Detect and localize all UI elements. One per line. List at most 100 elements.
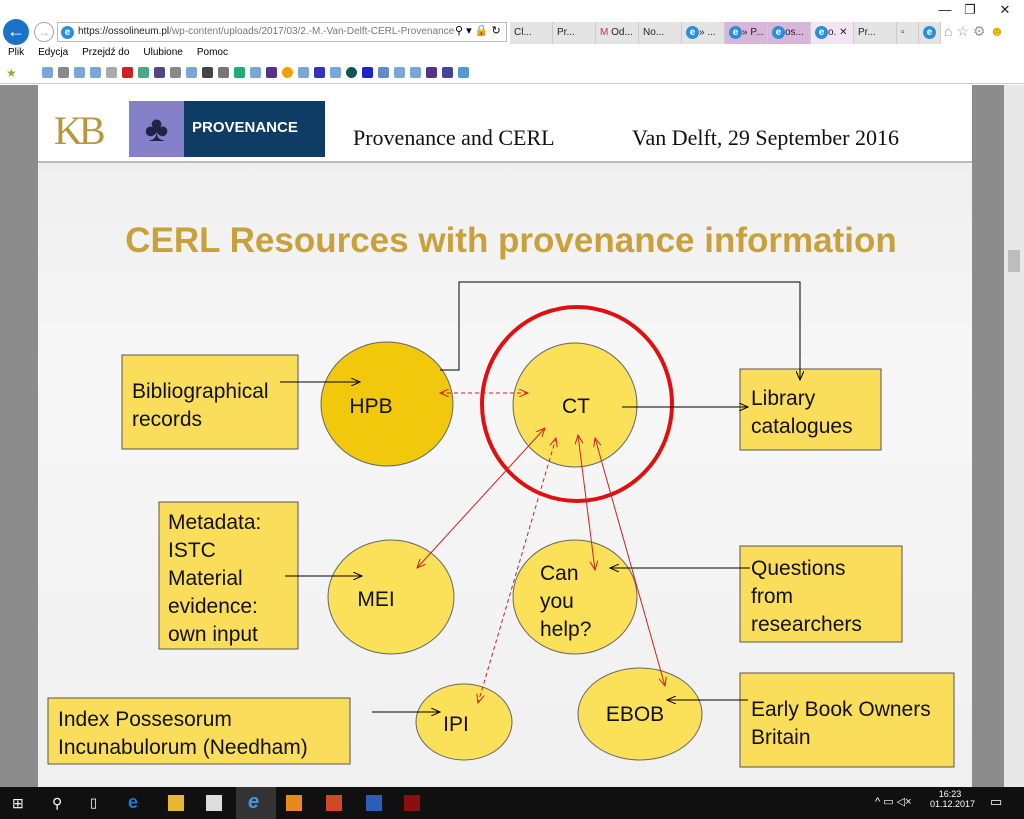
label-lib-1: Library [751,387,816,410]
label-bib-1: Bibliographical [132,380,269,403]
label-help-3: help? [540,618,591,641]
label-hpb: HPB [349,395,392,418]
ie-page-icon: e [61,26,74,39]
label-lib-2: catalogues [751,415,853,438]
label-help-1: Can [540,562,579,585]
tab-7[interactable]: e os... [768,22,811,44]
word-icon[interactable] [366,795,382,811]
favorite-icon[interactable] [297,67,309,78]
favorite-icon[interactable] [265,67,277,78]
favorite-icon[interactable] [345,67,357,78]
acrobat-icon[interactable] [404,795,420,811]
favorite-icon[interactable] [329,67,341,78]
menu-plik[interactable]: Plik [8,44,24,62]
back-button[interactable]: ← [3,19,29,45]
label-q-1: Questions [751,557,846,580]
favorite-icon[interactable] [153,67,165,78]
label-mei: MEI [357,588,394,611]
clock[interactable]: 16:23 01.12.2017 [930,789,975,809]
tab-2[interactable]: Pr... [553,22,596,44]
menu-ulubione[interactable]: Ulubione [143,44,182,62]
label-index-1: Index Possesorum [58,708,232,731]
toolbar-icons[interactable]: ⌂☆⚙☻ [944,23,1008,40]
favorite-icon[interactable] [217,67,229,78]
label-meta-2: ISTC [168,539,216,562]
favorite-icon[interactable] [313,67,325,78]
favorites-bar: ★ [0,62,1024,84]
gear-icon: ⚙ [973,23,990,39]
label-early-1: Early Book Owners [751,698,931,721]
search-icon[interactable]: ⚲ [52,795,68,811]
favorite-icon[interactable] [41,67,53,78]
menu-pomoc[interactable]: Pomoc [197,44,228,62]
address-actions[interactable]: ⚲ ▾ 🔒 ↻ [455,24,505,37]
tab-9[interactable]: Pr... [854,22,897,44]
tab-5[interactable]: e» ... [682,22,725,44]
file-explorer-icon[interactable] [168,795,184,811]
arrow-ct-mei [417,428,545,568]
label-meta-4: evidence: [168,595,258,618]
scrollbar-thumb[interactable] [1008,250,1020,272]
edge-icon[interactable]: e [128,792,144,812]
smiley-icon: ☻ [989,23,1009,39]
start-button[interactable]: ⊞ [12,795,28,811]
notifications-icon[interactable]: ▭ [990,794,1002,810]
favorite-icon[interactable] [121,67,133,78]
tab-3[interactable]: M Od... [596,22,639,44]
ie-icon: e [248,791,260,813]
favorite-icon[interactable] [89,67,101,78]
label-meta-3: Material [168,567,243,590]
powerpoint-icon[interactable] [326,795,342,811]
menu-edycja[interactable]: Edycja [38,44,68,62]
tab-4[interactable]: No... [639,22,682,44]
label-bib-2: records [132,408,202,431]
favorite-icon[interactable] [281,67,293,78]
label-ipi: IPI [443,713,469,736]
label-early-2: Britain [751,726,811,749]
favorite-icon[interactable] [249,67,261,78]
tab-1[interactable]: Cl... [510,22,553,44]
favorite-icon[interactable] [377,67,389,78]
close-button[interactable]: ✕ [990,2,1020,20]
favorite-icon[interactable] [393,67,405,78]
favorite-icon[interactable] [441,67,453,78]
tab-6[interactable]: e» P... [725,22,768,44]
outlook-icon[interactable] [286,795,302,811]
favorite-icon[interactable] [233,67,245,78]
tab-close-icon[interactable]: ✕ [839,27,847,38]
pdf-viewer: KB ♣ PROVENANCE Provenance and CERL Van … [0,85,1004,787]
label-meta-1: Metadata: [168,511,261,534]
favorite-icon[interactable] [137,67,149,78]
favorite-icon[interactable] [57,67,69,78]
taskbar [0,787,1024,819]
label-q-3: researchers [751,613,862,636]
favorite-icon[interactable] [169,67,181,78]
favorite-icon[interactable] [425,67,437,78]
menu-przejdz-do[interactable]: Przejdź do [82,44,129,62]
slide-title: CERL Resources with provenance informati… [125,221,896,260]
favorite-icon[interactable] [457,67,469,78]
title-bar [0,0,1024,20]
store-icon[interactable] [206,795,222,811]
favorite-icon[interactable] [105,67,117,78]
tab-active[interactable]: e o. ✕ [811,22,854,44]
favorite-icon[interactable] [73,67,85,78]
url-path: /wp-content/uploads/2017/03/2.-M.-Van-De… [169,26,461,37]
forward-button[interactable]: → [34,22,54,42]
task-view-icon[interactable]: ▯ [90,795,106,811]
edge-button[interactable]: e [919,22,941,44]
ie-taskbar-active[interactable]: e [236,787,276,819]
restore-button[interactable]: ❐ [955,2,985,20]
add-favorites-star-icon[interactable]: ★ [6,66,17,80]
home-icon: ⌂ [944,23,957,39]
favorite-icon[interactable] [185,67,197,78]
new-tab-button[interactable]: ▫ [897,22,919,44]
favorite-icon[interactable] [201,67,213,78]
vertical-scrollbar[interactable] [1004,85,1024,787]
url-host: https://ossolineum.pl [78,26,170,37]
address-bar[interactable]: e https://ossolineum.pl/wp-content/uploa… [57,22,507,42]
favorite-icon[interactable] [409,67,421,78]
tray-icons[interactable]: ^ ▭ ◁× [875,795,912,808]
label-ebob: EBOB [606,703,664,726]
favorite-icon[interactable] [361,67,373,78]
